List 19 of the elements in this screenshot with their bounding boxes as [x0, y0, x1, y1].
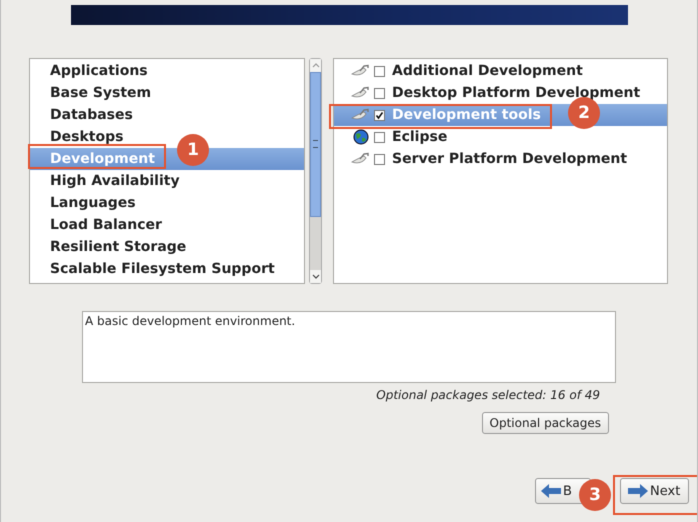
group-item[interactable]: High Availability — [30, 170, 304, 192]
group-item[interactable]: Load Balancer — [30, 214, 304, 236]
step-number: 3 — [579, 479, 611, 511]
group-item[interactable]: Databases — [30, 104, 304, 126]
group-item[interactable]: Resilient Storage — [30, 236, 304, 258]
package-name[interactable]: Additional Development — [392, 63, 583, 79]
next-button[interactable]: Next — [620, 478, 689, 504]
package-row[interactable]: Eclipse — [334, 126, 667, 148]
package-name[interactable]: Server Platform Development — [392, 151, 628, 167]
description-text: A basic development environment. — [85, 314, 296, 328]
group-item[interactable]: Languages — [30, 192, 304, 214]
group-item[interactable]: Base System — [30, 82, 304, 104]
group-item[interactable]: Applications — [30, 60, 304, 82]
group-item[interactable]: Scalable Filesystem Support — [30, 258, 304, 280]
selection-summary: Optional packages selected: 16 of 49 — [376, 388, 600, 402]
package-row[interactable]: Server Platform Development — [334, 148, 667, 170]
optional-packages-button[interactable]: Optional packages — [482, 412, 609, 434]
package-name[interactable]: Eclipse — [392, 129, 448, 145]
package-row[interactable]: Additional Development — [334, 60, 667, 82]
